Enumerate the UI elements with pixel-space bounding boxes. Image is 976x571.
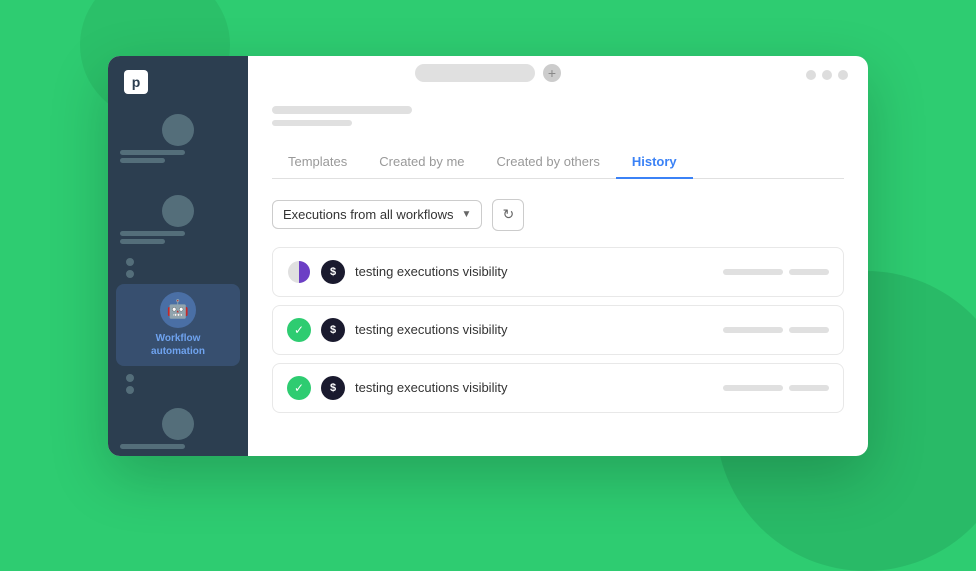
sidebar-dots-row-2 [108, 268, 248, 280]
window-dot-1 [806, 70, 816, 80]
sidebar-nav-dot-2 [126, 270, 134, 278]
meta-line-3 [723, 385, 783, 391]
main-content: Templates Created by me Created by other… [248, 56, 868, 456]
new-tab-button[interactable]: + [543, 64, 561, 82]
sidebar-item-label: Workflowautomation [151, 332, 205, 358]
refresh-icon: ↻ [503, 206, 515, 223]
skeleton-title [272, 106, 412, 114]
meta-line-1 [723, 269, 783, 275]
sidebar-nav-dot-1 [126, 258, 134, 266]
execution-item-2[interactable]: ✓ $ testing executions visibility [272, 305, 844, 355]
tab-templates[interactable]: Templates [272, 146, 363, 179]
meta-line-sm-1 [789, 269, 829, 275]
sidebar: p 🤖 Workf [108, 56, 248, 456]
dollar-icon-2: $ [321, 318, 345, 342]
window-dot-3 [838, 70, 848, 80]
execution-item[interactable]: $ testing executions visibility [272, 247, 844, 297]
workflow-filter-dropdown[interactable]: Executions from all workflows ▼ [272, 200, 482, 229]
skeleton-subtitle [272, 120, 352, 126]
sidebar-item-workflow-automation[interactable]: 🤖 Workflowautomation [116, 284, 240, 366]
sidebar-logo: p [124, 70, 148, 94]
sidebar-dots-row-3 [108, 370, 248, 384]
execution-meta-1 [723, 269, 829, 275]
execution-meta-3 [723, 385, 829, 391]
window-controls [806, 70, 848, 80]
tab-history[interactable]: History [616, 146, 693, 179]
dollar-icon-3: $ [321, 376, 345, 400]
tab-created-by-others[interactable]: Created by others [481, 146, 616, 179]
dropdown-arrow-icon: ▼ [462, 209, 472, 220]
execution-name-1: testing executions visibility [355, 264, 713, 279]
filter-row: Executions from all workflows ▼ ↻ [272, 199, 844, 231]
status-pending-icon [287, 260, 311, 284]
dollar-icon-1: $ [321, 260, 345, 284]
window-dot-2 [822, 70, 832, 80]
meta-line-sm-3 [789, 385, 829, 391]
sidebar-skeleton-line-5 [120, 444, 185, 449]
execution-name-2: testing executions visibility [355, 322, 713, 337]
execution-list: $ testing executions visibility ✓ $ test… [272, 247, 844, 413]
sidebar-avatar-1 [162, 114, 194, 146]
sidebar-skeleton-line-1 [120, 150, 185, 155]
tab-pill [415, 64, 535, 82]
sidebar-nav-dot-4 [126, 386, 134, 394]
robot-icon: 🤖 [160, 292, 196, 328]
sidebar-dots-row-4 [108, 384, 248, 396]
status-success-icon-1: ✓ [287, 318, 311, 342]
execution-item-3[interactable]: ✓ $ testing executions visibility [272, 363, 844, 413]
sidebar-section-3 [108, 400, 248, 456]
dropdown-label: Executions from all workflows [283, 207, 454, 222]
sidebar-section-2 [108, 187, 248, 252]
execution-name-3: testing executions visibility [355, 380, 713, 395]
sidebar-section-1 [108, 106, 248, 171]
status-success-icon-2: ✓ [287, 376, 311, 400]
sidebar-skeleton-line-2 [120, 158, 165, 163]
meta-line-2 [723, 327, 783, 333]
sidebar-active-section: 🤖 Workflowautomation [108, 284, 248, 366]
sidebar-skeleton-line-4 [120, 239, 165, 244]
nav-tabs: Templates Created by me Created by other… [272, 146, 844, 179]
meta-line-sm-2 [789, 327, 829, 333]
sidebar-avatar-3 [162, 408, 194, 440]
refresh-button[interactable]: ↻ [492, 199, 524, 231]
execution-meta-2 [723, 327, 829, 333]
sidebar-nav-dot-3 [126, 374, 134, 382]
sidebar-dots-row [108, 252, 248, 268]
sidebar-skeleton-line-3 [120, 231, 185, 236]
tab-created-by-me[interactable]: Created by me [363, 146, 480, 179]
sidebar-avatar-2 [162, 195, 194, 227]
app-window: + p [108, 56, 868, 456]
tab-bar: + [415, 64, 561, 82]
